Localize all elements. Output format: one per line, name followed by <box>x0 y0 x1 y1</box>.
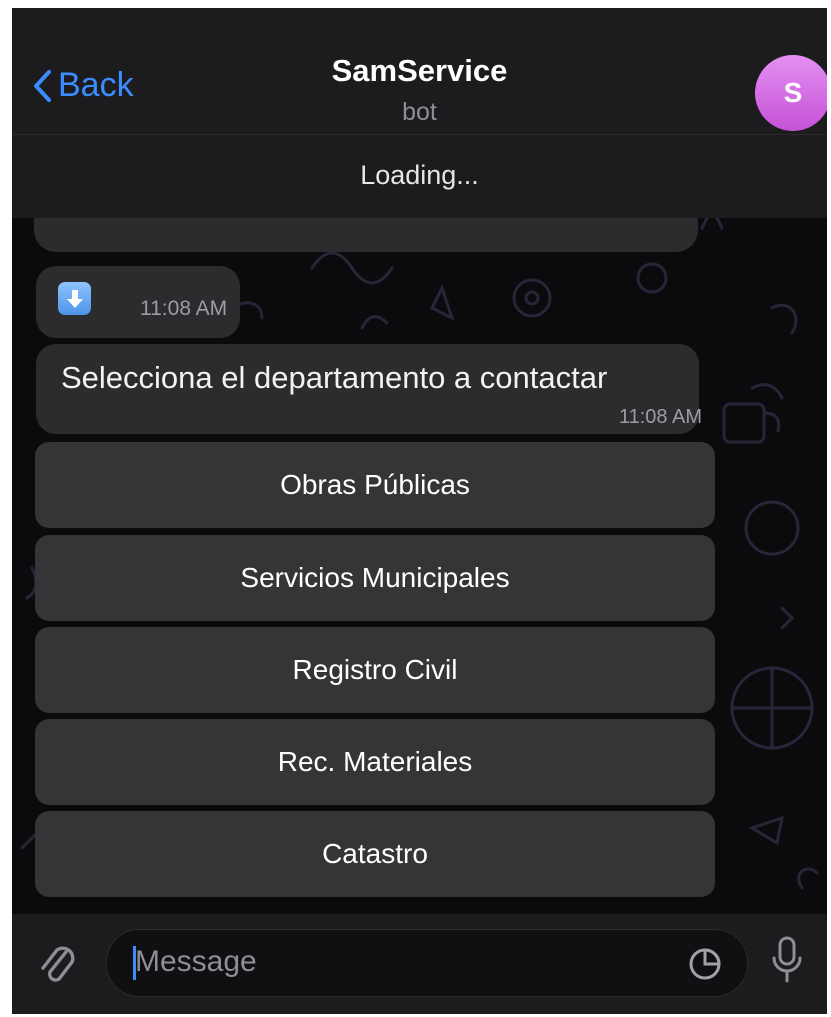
chat-title[interactable]: SamService <box>12 53 827 89</box>
message-input-bar: Message <box>12 914 827 1014</box>
keyboard-button-catastro[interactable]: Catastro <box>35 811 715 897</box>
image-message-bubble[interactable]: 11:08 AM <box>36 266 240 338</box>
chat-header: Back SamService bot S <box>12 8 827 134</box>
message-text: Selecciona el departamento a contactar <box>61 360 608 395</box>
loading-status: Loading... <box>12 134 827 218</box>
message-timestamp: 11:08 AM <box>140 297 228 320</box>
text-message-bubble: Selecciona el departamento a contactar 1… <box>36 344 702 434</box>
keyboard-button-registro-civil[interactable]: Registro Civil <box>35 627 715 713</box>
message-input[interactable]: Message <box>106 929 748 997</box>
keyboard-button-obras-publicas[interactable]: Obras Públicas <box>35 442 715 528</box>
message-timestamp: 11:08 AM <box>618 406 702 428</box>
chat-subtitle: bot <box>402 98 437 126</box>
keyboard-button-rec-materiales[interactable]: Rec. Materiales <box>35 719 715 805</box>
microphone-icon[interactable] <box>770 934 804 995</box>
avatar[interactable]: S <box>755 55 827 131</box>
message-placeholder: Message <box>135 945 257 978</box>
sticker-icon[interactable] <box>687 946 723 987</box>
download-icon <box>58 282 91 315</box>
paperclip-icon[interactable] <box>38 938 78 993</box>
keyboard-button-servicios-municipales[interactable]: Servicios Municipales <box>35 535 715 621</box>
chat-screen: 11:08 AM Selecciona el departamento a co… <box>12 8 827 1014</box>
